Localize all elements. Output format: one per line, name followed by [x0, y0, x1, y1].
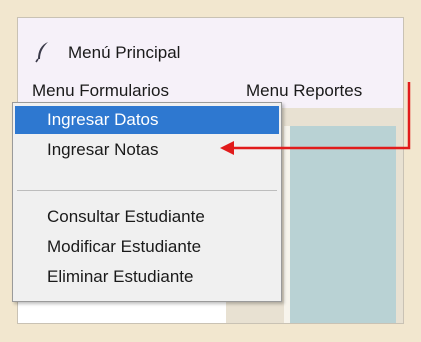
- menu-item-modificar-estudiante[interactable]: Modificar Estudiante: [15, 233, 279, 261]
- poster-panel: [284, 126, 396, 323]
- window-title: Menú Principal: [68, 43, 181, 62]
- menu-separator: [17, 190, 277, 191]
- menu-reportes[interactable]: Menu Reportes: [244, 80, 364, 102]
- screenshot-frame: Menú Principal Menu Formularios Menu Rep…: [0, 0, 421, 342]
- menu-item-eliminar-estudiante[interactable]: Eliminar Estudiante: [15, 263, 279, 291]
- menu-item-consultar-estudiante[interactable]: Consultar Estudiante: [15, 203, 279, 231]
- dropdown-menu: Ingresar Datos Ingresar Notas Consultar …: [12, 102, 282, 302]
- feather-icon: [35, 41, 51, 63]
- title-bar: Menú Principal: [18, 18, 403, 74]
- menu-item-ingresar-notas[interactable]: Ingresar Notas: [15, 136, 279, 164]
- menu-item-ingresar-datos[interactable]: Ingresar Datos: [15, 106, 279, 134]
- poster-stripe: [284, 126, 290, 323]
- menu-formularios[interactable]: Menu Formularios: [30, 80, 171, 102]
